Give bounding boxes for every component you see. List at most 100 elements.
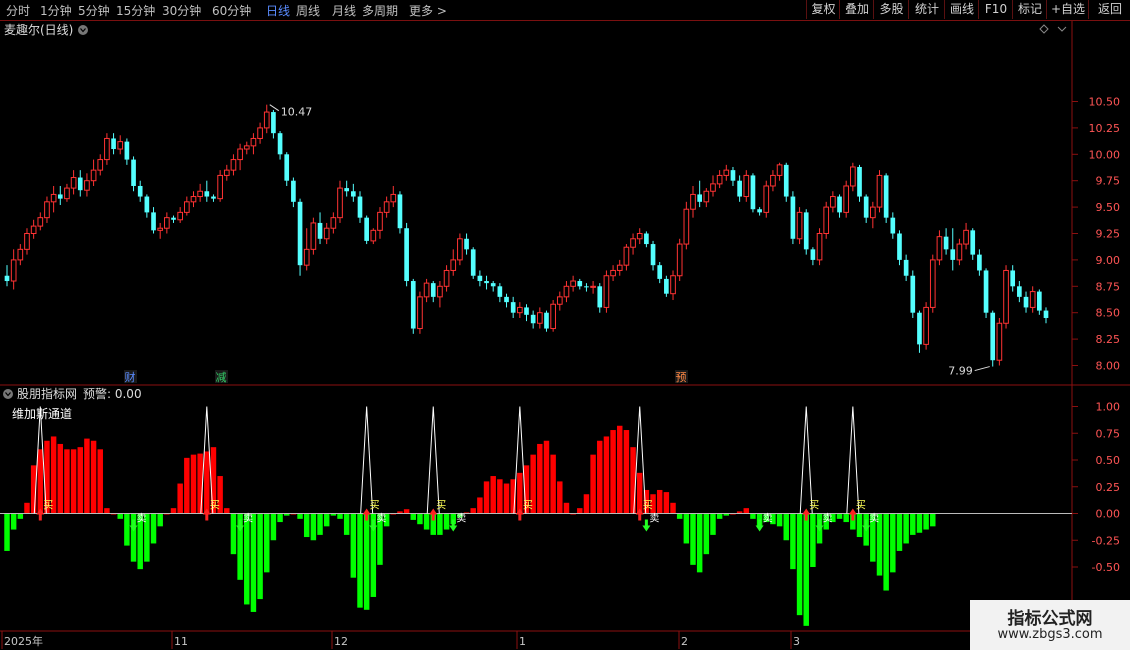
- candle: [570, 275, 576, 292]
- period-tab[interactable]: 多周期: [362, 2, 398, 19]
- candle: [936, 230, 943, 266]
- candle: [783, 162, 789, 202]
- toolbar-button[interactable]: +自选: [1046, 0, 1089, 19]
- candle-body: [404, 228, 409, 282]
- candle-body: [470, 249, 476, 276]
- sell-signal-label: 卖: [456, 513, 466, 525]
- candle: [1037, 289, 1042, 315]
- toolbar-button[interactable]: 多股: [873, 0, 909, 19]
- candle: [364, 215, 369, 245]
- candle-body: [137, 185, 143, 197]
- candle-body: [763, 185, 770, 213]
- histogram-bar: [470, 508, 476, 514]
- toolbar-button[interactable]: 复权: [806, 0, 840, 19]
- candle: [284, 152, 290, 186]
- toolbar-button[interactable]: 统计: [908, 0, 945, 19]
- min-pointer: [974, 366, 990, 372]
- candle-body: [757, 209, 762, 213]
- toolbar-button[interactable]: 标记: [1012, 0, 1047, 19]
- candle-body: [603, 275, 610, 308]
- histogram-bar: [890, 513, 896, 573]
- histogram-bar: [90, 440, 97, 514]
- candle-body: [230, 159, 237, 171]
- candle-body: [171, 217, 176, 220]
- period-tab[interactable]: 日线: [266, 2, 290, 19]
- y-tick-label: 8.75: [1096, 280, 1121, 293]
- candle: [211, 194, 216, 202]
- period-tab[interactable]: 月线: [332, 2, 356, 19]
- candle: [250, 133, 257, 155]
- histogram-bar: [930, 513, 936, 527]
- period-tab[interactable]: 15分钟: [116, 2, 155, 19]
- candle: [536, 307, 543, 329]
- candle-body: [803, 212, 809, 250]
- histogram-bar: [104, 508, 110, 514]
- histogram-bar: [623, 430, 630, 514]
- candle-body: [323, 227, 330, 240]
- buy-signal-label: 买: [436, 500, 446, 512]
- histogram-bar: [670, 502, 676, 514]
- candle: [730, 166, 736, 186]
- candle: [923, 302, 929, 350]
- histogram-bar: [277, 513, 283, 523]
- candle-body: [716, 174, 723, 185]
- candle: [1043, 307, 1049, 324]
- period-tab[interactable]: 30分钟: [162, 2, 201, 19]
- buy-signal-label: 买: [43, 500, 53, 512]
- histogram-bar: [783, 513, 789, 541]
- histogram-bar: [117, 513, 123, 519]
- candle-body: [90, 169, 97, 182]
- candle: [437, 281, 443, 308]
- candle: [690, 185, 696, 218]
- trigger-spike: [846, 406, 860, 514]
- toolbar-button[interactable]: 叠加: [839, 0, 874, 19]
- candle-body: [743, 174, 750, 198]
- candle-body: [243, 145, 250, 150]
- candle: [97, 154, 104, 176]
- period-tab[interactable]: 分时: [6, 2, 30, 19]
- candle: [10, 249, 17, 290]
- candle-body: [936, 236, 943, 261]
- candle: [24, 228, 30, 255]
- candle-body: [457, 238, 463, 261]
- histogram-bar: [590, 454, 596, 514]
- period-tab[interactable]: 周线: [296, 2, 320, 19]
- candle-body: [464, 238, 469, 250]
- trigger-spike: [426, 406, 440, 514]
- candle-body: [477, 275, 483, 282]
- candle-body: [377, 211, 383, 231]
- candle-body: [990, 312, 996, 361]
- histogram-bar: [710, 513, 716, 535]
- candle-body: [870, 206, 876, 219]
- toolbar-button[interactable]: F10: [978, 0, 1013, 19]
- candle-body: [690, 193, 696, 210]
- histogram-bar: [443, 513, 450, 530]
- toolbar-button[interactable]: 画线: [944, 0, 979, 19]
- histogram-bar: [157, 513, 163, 527]
- candle: [943, 228, 949, 255]
- candle-body: [364, 217, 369, 241]
- toolbar-button[interactable]: 返回: [1088, 0, 1130, 19]
- period-tab[interactable]: 5分钟: [78, 2, 110, 19]
- histogram-bar: [77, 447, 83, 514]
- candle-body: [577, 281, 583, 287]
- candle-body: [783, 164, 789, 197]
- candle: [137, 180, 143, 202]
- histogram-bar: [690, 513, 696, 565]
- candle-body: [297, 201, 303, 266]
- candle: [697, 180, 702, 208]
- candle: [857, 164, 862, 202]
- period-tab[interactable]: 60分钟: [212, 2, 251, 19]
- candle: [1010, 265, 1016, 292]
- period-tab[interactable]: 更多 >: [409, 2, 447, 19]
- chart-area: 8.008.258.508.759.009.259.509.7510.0010.…: [0, 21, 1130, 650]
- histogram-bar: [617, 425, 623, 514]
- histogram-bar: [903, 513, 909, 544]
- period-tab[interactable]: 1分钟: [40, 2, 72, 19]
- candle: [151, 207, 156, 234]
- candle-body: [164, 217, 170, 229]
- candle: [737, 175, 742, 202]
- candle: [171, 215, 176, 223]
- candle-body: [890, 217, 896, 234]
- candle-body: [351, 191, 356, 197]
